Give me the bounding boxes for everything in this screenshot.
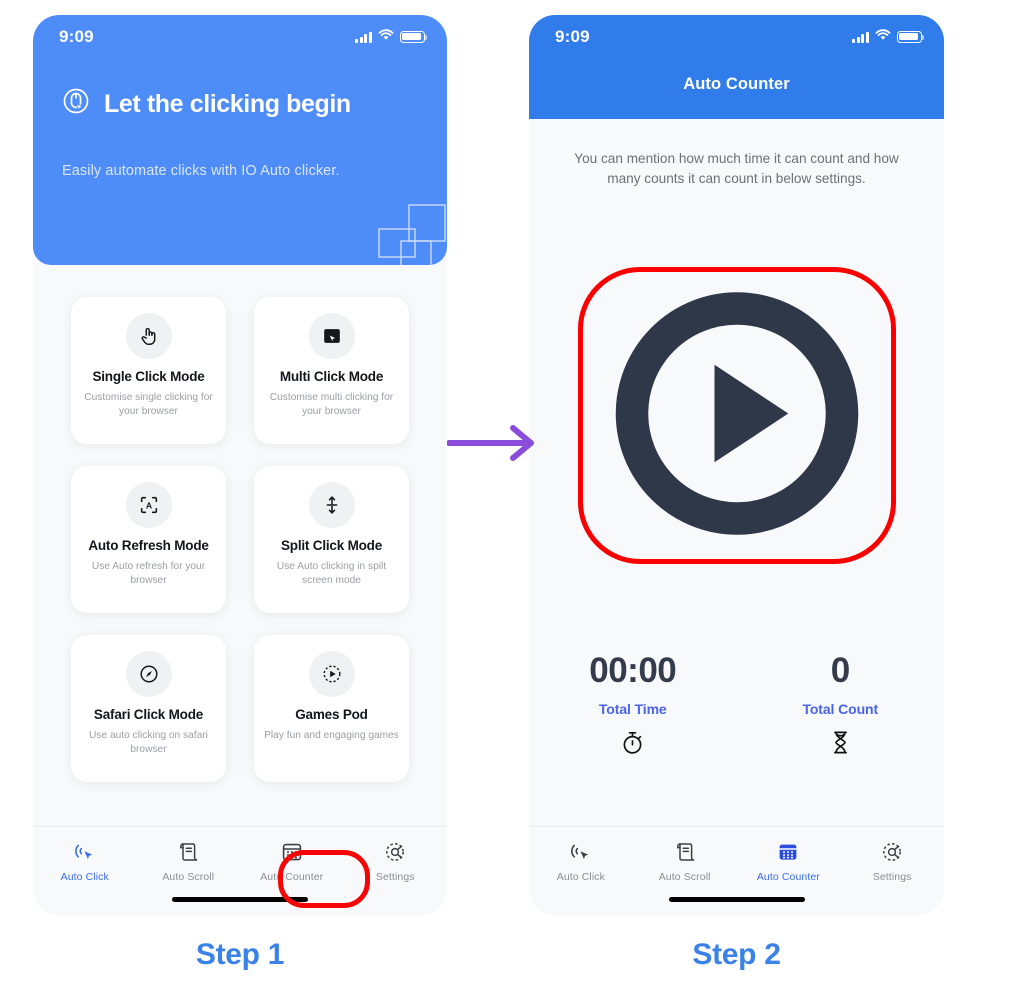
tab-label: Auto Counter — [756, 871, 820, 883]
hero-subtitle: Easily automate clicks with IO Auto clic… — [62, 163, 340, 179]
tab-label: Settings — [375, 871, 415, 883]
phone-mockup-step-2: 9:09 Auto Counter You can mention how mu… — [529, 15, 944, 915]
play-button-container — [577, 267, 896, 564]
nav-bar: 9:09 Auto Counter — [529, 15, 944, 119]
status-time: 9:09 — [59, 27, 94, 46]
play-circle-icon[interactable] — [612, 288, 862, 543]
stat-value: 0 — [830, 651, 850, 690]
card-desc: Play fun and engaging games — [264, 730, 399, 741]
card-title: Auto Refresh Mode — [88, 538, 209, 553]
card-title: Safari Click Mode — [93, 707, 204, 722]
hero-title-row: Let the clicking begin — [61, 87, 351, 122]
svg-text:A: A — [145, 501, 152, 511]
settings-gear-icon — [880, 839, 904, 865]
mode-card-grid: Single Click Mode Customise single click… — [33, 297, 447, 782]
hero-title: Let the clicking begin — [104, 90, 351, 118]
stat-total-time: 00:00 Total Time — [529, 651, 737, 761]
safari-compass-icon — [125, 651, 172, 697]
tab-settings[interactable]: Settings — [840, 827, 944, 915]
split-arrows-icon — [308, 482, 355, 528]
home-indicator — [668, 896, 805, 902]
card-multi-click-mode[interactable]: Multi Click Mode Customise multi clickin… — [254, 297, 409, 444]
tab-label: Auto Scroll — [162, 871, 215, 883]
multi-click-icon — [308, 313, 355, 359]
card-desc: Use auto clicking on safari browser — [89, 730, 208, 755]
auto-counter-icon — [776, 839, 800, 865]
card-desc: Customise multi clicking for your browse… — [269, 392, 394, 417]
auto-click-icon — [569, 839, 593, 865]
battery-full-icon — [897, 31, 925, 43]
bottom-tab-bar: Auto Click Auto Scroll Auto Counter Sett… — [529, 826, 944, 915]
auto-refresh-icon: A — [125, 482, 172, 528]
card-split-click-mode[interactable]: Split Click Mode Use Auto clicking in sp… — [254, 466, 409, 613]
cellular-signal-icon — [852, 31, 869, 43]
step-1-caption: Step 1 — [195, 938, 285, 971]
tab-label: Auto Click — [60, 871, 109, 883]
cellular-signal-icon — [355, 31, 372, 43]
hand-tap-icon — [125, 313, 172, 359]
hourglass-icon — [827, 729, 854, 761]
card-title: Single Click Mode — [92, 369, 205, 384]
card-desc: Customise single clicking for your brows… — [84, 392, 213, 417]
card-games-pod[interactable]: Games Pod Play fun and engaging games — [254, 635, 409, 782]
auto-scroll-icon — [673, 839, 697, 865]
auto-counter-icon — [280, 839, 304, 865]
wifi-icon — [378, 28, 394, 46]
card-title: Multi Click Mode — [279, 369, 384, 384]
wifi-icon — [875, 28, 891, 46]
arrow-right-icon — [447, 425, 534, 461]
mouse-click-icon — [61, 87, 91, 122]
phone-mockup-step-1: 9:09 Let the clicking begin Easily autom… — [33, 15, 447, 915]
auto-click-icon — [73, 839, 97, 865]
card-desc: Use Auto refresh for your browser — [91, 561, 206, 586]
tab-label: Settings — [872, 871, 912, 883]
battery-full-icon — [400, 31, 428, 43]
card-desc: Use Auto clicking in spilt screen mode — [276, 561, 387, 586]
card-single-click-mode[interactable]: Single Click Mode Customise single click… — [71, 297, 226, 444]
tab-auto-click[interactable]: Auto Click — [529, 827, 633, 915]
tab-auto-click[interactable]: Auto Click — [33, 827, 137, 915]
stopwatch-icon — [619, 729, 646, 761]
status-icons — [852, 28, 925, 46]
bottom-tab-bar: Auto Click Auto Scroll Auto Counter Sett… — [33, 826, 447, 915]
page-description: You can mention how much time it can cou… — [574, 151, 899, 187]
card-auto-refresh-mode[interactable]: A Auto Refresh Mode Use Auto refresh for… — [71, 466, 226, 613]
tab-label: Auto Scroll — [658, 871, 711, 883]
status-bar: 9:09 — [529, 15, 944, 59]
step-2-caption: Step 2 — [692, 938, 781, 971]
tab-settings[interactable]: Settings — [344, 827, 448, 915]
games-pod-icon — [308, 651, 355, 697]
stat-value: 00:00 — [589, 651, 677, 690]
tab-label: Auto Counter — [260, 871, 324, 883]
card-title: Split Click Mode — [280, 538, 383, 553]
status-time: 9:09 — [555, 27, 590, 46]
card-safari-click-mode[interactable]: Safari Click Mode Use auto clicking on s… — [71, 635, 226, 782]
tab-label: Auto Click — [556, 871, 605, 883]
card-title: Games Pod — [295, 707, 368, 722]
hero-banner: 9:09 Let the clicking begin Easily autom… — [33, 15, 447, 265]
stat-total-count: 0 Total Count — [737, 651, 945, 761]
status-icons — [355, 28, 428, 46]
status-bar: 9:09 — [33, 15, 447, 59]
settings-gear-icon — [383, 839, 407, 865]
auto-scroll-icon — [176, 839, 200, 865]
stats-row: 00:00 Total Time 0 Total Count — [529, 651, 944, 761]
home-indicator — [172, 896, 308, 902]
page-title: Auto Counter — [683, 75, 790, 93]
stat-label: Total Time — [598, 701, 667, 717]
stat-label: Total Count — [802, 701, 879, 717]
overlapping-squares-decoration — [378, 204, 446, 265]
